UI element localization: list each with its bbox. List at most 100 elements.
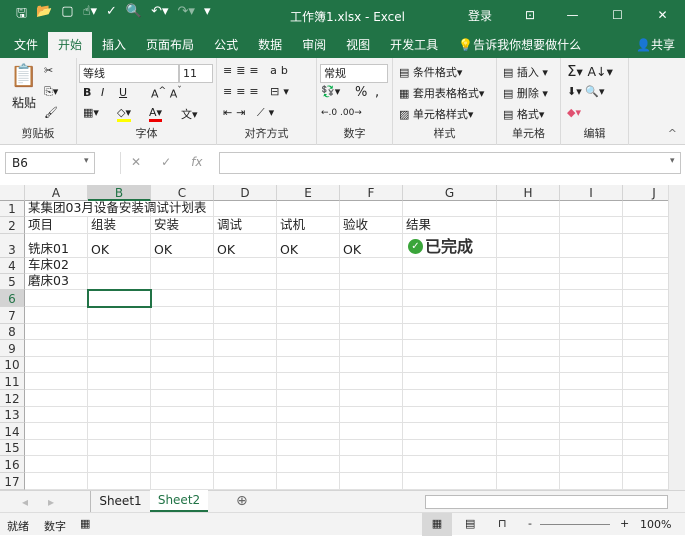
cell-A8[interactable] bbox=[25, 323, 88, 341]
redo-icon[interactable]: ↷▾ bbox=[178, 4, 195, 26]
cell-H13[interactable] bbox=[497, 406, 560, 424]
save-icon[interactable]: 🖫 bbox=[16, 4, 27, 26]
paste-icon[interactable]: 📋 bbox=[10, 64, 37, 89]
cell-A7[interactable] bbox=[25, 307, 88, 324]
cell-D11[interactable] bbox=[214, 373, 277, 390]
row-header-17[interactable]: 17 bbox=[0, 473, 25, 490]
cell-D7[interactable] bbox=[214, 307, 277, 324]
zoom-out-icon[interactable]: - bbox=[528, 517, 532, 530]
copy-icon[interactable]: ⎘▾ bbox=[44, 85, 58, 99]
tab-developer[interactable]: 开发工具 bbox=[380, 32, 448, 58]
cell-B3[interactable]: OK bbox=[88, 234, 151, 258]
cell-F14[interactable] bbox=[340, 423, 403, 440]
add-sheet-icon[interactable]: ⊕ bbox=[236, 493, 248, 509]
fill-icon[interactable]: ⬇▾ 🔍▾ bbox=[567, 85, 604, 98]
cell-G12[interactable] bbox=[403, 390, 497, 407]
cell-H1[interactable] bbox=[497, 201, 560, 217]
cell-J1[interactable] bbox=[623, 201, 668, 217]
cell-I3[interactable] bbox=[560, 234, 623, 258]
cell-C15[interactable] bbox=[151, 439, 214, 457]
tab-review[interactable]: 审阅 bbox=[292, 32, 336, 58]
cell-D3[interactable]: OK bbox=[214, 234, 277, 258]
cell-F12[interactable] bbox=[340, 390, 403, 407]
format-as-table-button[interactable]: ▦ 套用表格格式▾ bbox=[399, 85, 484, 101]
row-header-7[interactable]: 7 bbox=[0, 307, 25, 324]
cell-C12[interactable] bbox=[151, 390, 214, 407]
cell-E11[interactable] bbox=[277, 373, 340, 390]
border-icon[interactable]: ▦▾ bbox=[83, 106, 99, 119]
cell-J11[interactable] bbox=[623, 373, 668, 390]
cell-A15[interactable] bbox=[25, 439, 88, 457]
cell-J6[interactable] bbox=[623, 290, 668, 307]
cell-D17[interactable] bbox=[214, 473, 277, 490]
cell-C14[interactable] bbox=[151, 423, 214, 440]
cell-J10[interactable] bbox=[623, 357, 668, 374]
vertical-scrollbar[interactable] bbox=[668, 185, 685, 490]
number-format-select[interactable]: 常规 bbox=[320, 64, 388, 83]
cell-I10[interactable] bbox=[560, 356, 623, 374]
cell-H16[interactable] bbox=[497, 456, 560, 473]
row-header-12[interactable]: 12 bbox=[0, 390, 25, 407]
cell-H8[interactable] bbox=[497, 323, 560, 341]
tab-formulas[interactable]: 公式 bbox=[204, 32, 248, 58]
column-header-H[interactable]: H bbox=[497, 185, 560, 201]
cell-D16[interactable] bbox=[214, 456, 277, 473]
cell-D6[interactable] bbox=[214, 290, 277, 307]
cell-I15[interactable] bbox=[560, 439, 623, 457]
cell-B8[interactable] bbox=[88, 323, 151, 341]
cell-B11[interactable] bbox=[88, 373, 151, 390]
cell-C16[interactable] bbox=[151, 456, 214, 473]
cell-E15[interactable] bbox=[277, 439, 340, 457]
column-header-D[interactable]: D bbox=[214, 185, 277, 201]
delete-cells-button[interactable]: ▤ 删除 ▾ bbox=[503, 85, 548, 101]
open-icon[interactable]: 📂 bbox=[36, 4, 52, 26]
cell-F8[interactable] bbox=[340, 323, 403, 341]
cell-E2[interactable]: 试机 bbox=[277, 217, 340, 234]
tab-home[interactable]: 开始 bbox=[48, 32, 93, 58]
cell-F7[interactable] bbox=[340, 307, 403, 324]
cell-F16[interactable] bbox=[340, 456, 403, 473]
cell-H3[interactable] bbox=[497, 234, 560, 258]
cell-J15[interactable] bbox=[623, 440, 668, 457]
row-header-2[interactable]: 2 bbox=[0, 217, 25, 234]
cell-F9[interactable] bbox=[340, 340, 403, 357]
next-sheet-icon[interactable]: ▸ bbox=[48, 495, 54, 509]
cell-E5[interactable] bbox=[277, 274, 340, 290]
row-header-16[interactable]: 16 bbox=[0, 456, 25, 473]
cell-E10[interactable] bbox=[277, 356, 340, 374]
cell-styles-button[interactable]: ▨ 单元格样式▾ bbox=[399, 106, 473, 122]
cell-J3[interactable] bbox=[623, 234, 668, 258]
cell-G6[interactable] bbox=[403, 290, 497, 307]
row-header-11[interactable]: 11 bbox=[0, 373, 25, 390]
comma-button[interactable]: , bbox=[375, 85, 379, 100]
cell-E3[interactable]: OK bbox=[277, 234, 340, 258]
column-header-J[interactable]: J bbox=[623, 185, 668, 201]
cell-E9[interactable] bbox=[277, 340, 340, 357]
cell-B4[interactable] bbox=[88, 258, 151, 274]
row-header-4[interactable]: 4 bbox=[0, 258, 25, 274]
expand-formula-icon[interactable]: ▾ bbox=[670, 156, 675, 166]
underline-button[interactable]: U bbox=[119, 86, 127, 99]
cell-J2[interactable] bbox=[623, 217, 668, 234]
column-header-G[interactable]: G bbox=[403, 185, 497, 201]
cell-A6[interactable] bbox=[25, 290, 88, 307]
cell-F2[interactable]: 验收 bbox=[340, 217, 403, 234]
cell-C10[interactable] bbox=[151, 356, 214, 374]
cell-A1[interactable]: 某集团03月设备安装调试计划表 bbox=[25, 200, 206, 217]
cell-G15[interactable] bbox=[403, 439, 497, 457]
cell-D14[interactable] bbox=[214, 423, 277, 440]
cell-I8[interactable] bbox=[560, 323, 623, 341]
tab-data[interactable]: 数据 bbox=[248, 32, 292, 58]
conditional-format-button[interactable]: ▤ 条件格式▾ bbox=[399, 64, 462, 80]
cut-icon[interactable]: ✂ bbox=[44, 64, 53, 77]
cell-I2[interactable] bbox=[560, 217, 623, 234]
customize-icon[interactable]: ▾ bbox=[204, 4, 211, 26]
cell-I16[interactable] bbox=[560, 456, 623, 473]
cell-E14[interactable] bbox=[277, 423, 340, 440]
column-header-I[interactable]: I bbox=[560, 185, 623, 201]
new-icon[interactable]: ▢ bbox=[61, 4, 73, 26]
cell-E13[interactable] bbox=[277, 406, 340, 424]
touch-mode-icon[interactable]: ☝▾ bbox=[83, 4, 97, 26]
normal-view-icon[interactable]: ▦ bbox=[422, 513, 452, 536]
cell-C2[interactable]: 安装 bbox=[151, 217, 214, 234]
